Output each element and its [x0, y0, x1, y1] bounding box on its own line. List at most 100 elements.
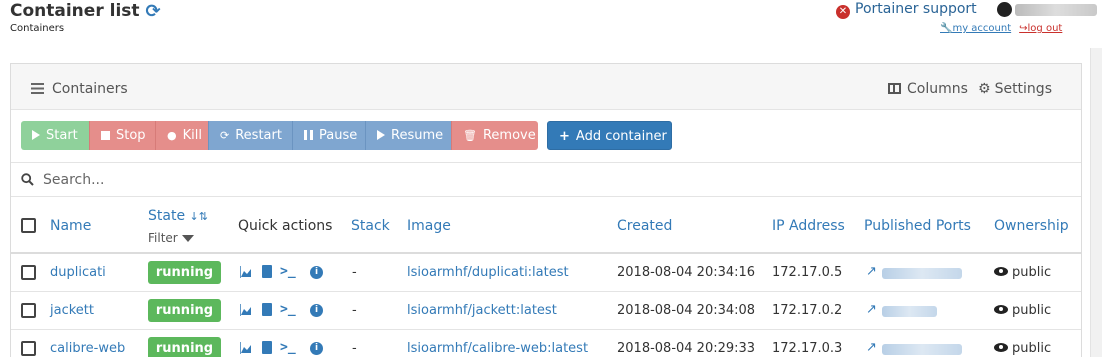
- stats-icon[interactable]: [240, 304, 252, 316]
- row-checkbox[interactable]: [21, 303, 36, 318]
- ownership-value: public: [994, 265, 1051, 280]
- username-redacted: [1015, 4, 1097, 16]
- column-header-published-ports[interactable]: Published Ports: [864, 218, 971, 234]
- stack-value: -: [352, 265, 357, 280]
- stats-icon[interactable]: [240, 266, 252, 278]
- eye-icon: [994, 343, 1008, 352]
- page-title-text: Container list: [10, 1, 140, 21]
- columns-icon: [888, 83, 901, 94]
- add-container-button[interactable]: + Add container: [547, 121, 672, 150]
- external-link-icon[interactable]: ↗: [866, 264, 877, 279]
- column-header-state[interactable]: State ↓⇅: [148, 208, 208, 224]
- created-value: 2018-08-04 20:29:33: [617, 341, 756, 356]
- page-header: Container list ⟳ Containers ✕ Portainer su…: [0, 0, 1102, 48]
- select-all-checkbox[interactable]: [21, 218, 36, 233]
- console-icon[interactable]: >_: [280, 264, 296, 279]
- logs-icon[interactable]: [262, 303, 272, 316]
- inspect-icon[interactable]: i: [310, 266, 323, 279]
- column-header-stack[interactable]: Stack: [351, 218, 390, 234]
- column-header-quick-actions: Quick actions: [238, 218, 333, 234]
- column-header-ownership[interactable]: Ownership: [994, 218, 1069, 234]
- column-header-created[interactable]: Created: [617, 218, 672, 234]
- status-badge: running: [148, 261, 221, 284]
- eye-icon: [994, 267, 1008, 276]
- logout-icon: ↪: [1019, 23, 1028, 34]
- restart-button[interactable]: ⟳ Restart: [208, 121, 292, 150]
- stats-icon[interactable]: [240, 342, 252, 354]
- my-account-link[interactable]: 🔧my account: [940, 23, 1011, 34]
- inspect-icon[interactable]: i: [310, 304, 323, 317]
- breadcrumb: Containers: [10, 23, 65, 34]
- account-links: 🔧my account ↪log out: [940, 23, 1062, 34]
- bomb-icon: ●: [167, 129, 177, 142]
- page-title: Container list ⟳: [10, 1, 161, 22]
- logout-link[interactable]: ↪log out: [1019, 23, 1062, 34]
- search-icon: [21, 173, 34, 186]
- console-icon[interactable]: >_: [280, 340, 296, 355]
- ip-value: 172.17.0.5: [772, 265, 843, 280]
- status-badge: running: [148, 337, 221, 357]
- ownership-value: public: [994, 303, 1051, 318]
- row-checkbox[interactable]: [21, 341, 36, 356]
- filter-icon: [181, 235, 194, 242]
- published-port-redacted[interactable]: [882, 268, 962, 279]
- external-link-icon[interactable]: ↗: [866, 340, 877, 355]
- pause-icon: [304, 130, 313, 140]
- logs-icon[interactable]: [262, 265, 272, 278]
- play-icon: [377, 130, 385, 140]
- sort-icon: ↓⇅: [189, 210, 208, 223]
- column-header-image[interactable]: Image: [407, 218, 451, 234]
- stop-button[interactable]: Stop: [89, 121, 155, 150]
- list-icon: [31, 83, 44, 94]
- widget-header: Containers Columns ⚙ Settings: [11, 64, 1081, 110]
- table-row: jackett running >_ i - lsioarmhf/jackett…: [11, 293, 1081, 330]
- column-header-ip-address[interactable]: IP Address: [772, 218, 845, 234]
- settings-button[interactable]: ⚙ Settings: [978, 81, 1052, 97]
- inspect-icon[interactable]: i: [310, 342, 323, 355]
- pause-button[interactable]: Pause: [292, 121, 365, 150]
- widget-title: Containers: [31, 81, 128, 97]
- play-icon: [32, 130, 40, 140]
- search-input[interactable]: [43, 169, 643, 191]
- console-icon[interactable]: >_: [280, 302, 296, 317]
- ip-value: 172.17.0.3: [772, 341, 843, 356]
- created-value: 2018-08-04 20:34:08: [617, 303, 756, 318]
- ownership-value: public: [994, 341, 1051, 356]
- container-name-link[interactable]: duplicati: [50, 265, 106, 280]
- user-menu[interactable]: [997, 2, 1097, 18]
- remove-button[interactable]: 🗑 Remove: [451, 121, 538, 150]
- table-header: Name State ↓⇅ Filter Quick actions Stack…: [11, 198, 1081, 254]
- logs-icon[interactable]: [262, 341, 272, 354]
- external-link-icon[interactable]: ↗: [866, 302, 877, 317]
- resume-button[interactable]: Resume: [365, 121, 451, 150]
- eye-icon: [994, 305, 1008, 314]
- search-bar: [11, 162, 1081, 197]
- stop-icon: [101, 131, 110, 140]
- wrench-icon: 🔧: [940, 23, 953, 34]
- published-port-redacted[interactable]: [882, 306, 937, 317]
- row-checkbox[interactable]: [21, 265, 36, 280]
- kill-button[interactable]: ● Kill: [155, 121, 208, 150]
- page-scrollbar[interactable]: [1090, 48, 1102, 357]
- status-badge: running: [148, 299, 221, 322]
- gear-icon: ⚙: [978, 81, 991, 97]
- stack-value: -: [352, 341, 357, 356]
- container-name-link[interactable]: jackett: [50, 303, 94, 318]
- state-filter[interactable]: Filter: [148, 231, 194, 245]
- containers-widget: Containers Columns ⚙ Settings Start Stop …: [10, 63, 1082, 357]
- published-port-redacted[interactable]: [882, 344, 962, 355]
- columns-button[interactable]: Columns: [888, 81, 968, 97]
- column-header-name[interactable]: Name: [50, 218, 91, 234]
- user-icon: [997, 2, 1012, 17]
- image-link[interactable]: lsioarmhf/duplicati:latest: [407, 265, 569, 280]
- start-button[interactable]: Start: [21, 121, 89, 150]
- quick-actions: >_ i: [240, 264, 330, 282]
- table-row: duplicati running >_ i - lsioarmhf/dupli…: [11, 255, 1081, 292]
- portainer-support-link[interactable]: ✕ Portainer support: [836, 1, 977, 19]
- image-link[interactable]: lsioarmhf/jackett:latest: [407, 303, 557, 318]
- trash-icon: 🗑: [463, 129, 477, 142]
- sync-icon: ⟳: [220, 129, 230, 142]
- image-link[interactable]: lsioarmhf/calibre-web:latest: [407, 341, 588, 356]
- refresh-icon[interactable]: ⟳: [146, 1, 161, 22]
- container-name-link[interactable]: calibre-web: [50, 341, 125, 356]
